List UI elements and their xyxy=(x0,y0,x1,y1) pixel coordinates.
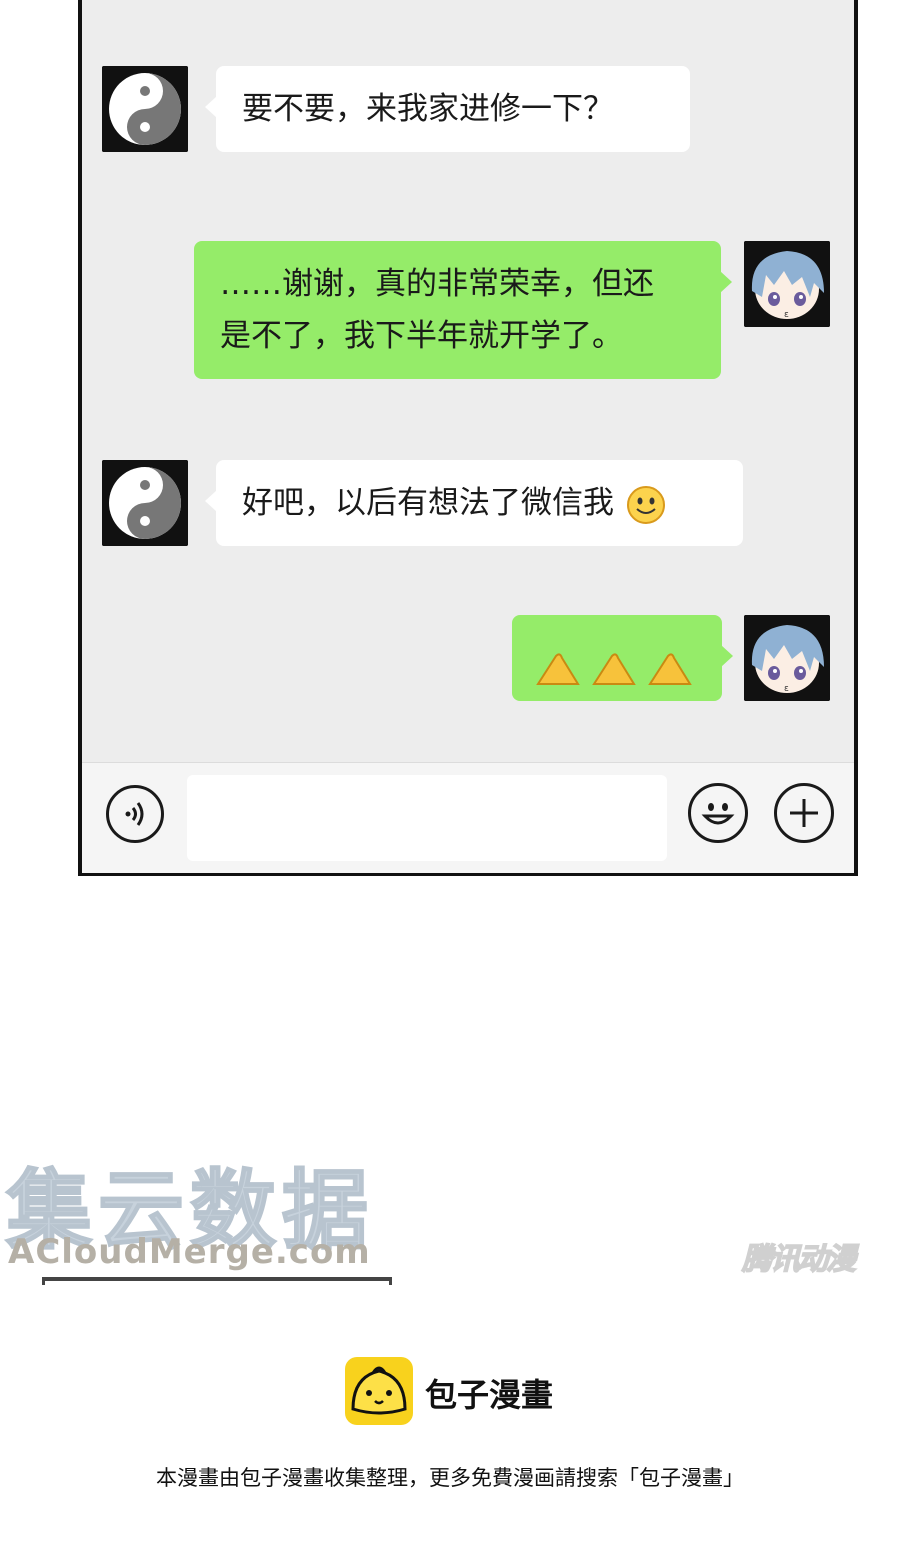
message-bubble[interactable]: ……谢谢，真的非常荣幸，但还 是不了，我下半年就开学了。 xyxy=(194,241,732,379)
message-text: 要不要，来我家进修一下？ xyxy=(242,91,614,127)
tencent-watermark: 腾讯动漫 xyxy=(741,1241,857,1278)
message-bubble[interactable] xyxy=(512,615,733,701)
blue-hair-avatar[interactable]: ε xyxy=(744,615,830,701)
yin-yang-avatar[interactable] xyxy=(102,460,188,546)
plus-icon xyxy=(790,799,818,827)
message-text-line: 是不了，我下半年就开学了。 xyxy=(220,318,623,354)
emoji-icon xyxy=(701,803,735,825)
chat-window: 要不要，来我家进修一下？ ε ……谢谢，真的非常荣幸，但还 是不了，我下半年就开… xyxy=(78,0,858,876)
message-text: 好吧，以后有想法了微信我 xyxy=(242,485,614,521)
chat-input-bar xyxy=(82,762,854,873)
message-text-line: ……谢谢，真的非常荣幸，但还 xyxy=(220,266,654,302)
message-input[interactable] xyxy=(187,775,667,861)
message-bubble[interactable]: 好吧，以后有想法了微信我 xyxy=(205,460,743,546)
plus-button[interactable] xyxy=(774,783,834,843)
baozi-logo-icon xyxy=(345,1357,413,1425)
svg-text:ε: ε xyxy=(784,684,789,694)
voice-button[interactable] xyxy=(106,785,164,843)
yin-yang-avatar[interactable] xyxy=(102,66,188,152)
blue-hair-avatar[interactable]: ε xyxy=(744,241,830,327)
watermark-en: ACloudMerge.com xyxy=(8,1232,371,1272)
message-bubble[interactable]: 要不要，来我家进修一下？ xyxy=(205,66,690,152)
emoji-button[interactable] xyxy=(688,783,748,843)
brand-name: 包子漫畫 xyxy=(425,1376,554,1414)
watermark-underline xyxy=(42,1277,392,1285)
bow-hands-emoji-icon xyxy=(592,652,636,685)
svg-text:ε: ε xyxy=(784,310,789,320)
bow-hands-emoji-icon xyxy=(648,652,692,685)
footer-notice: 本漫畫由包子漫畫收集整理，更多免費漫画請搜索「包子漫畫」 xyxy=(156,1466,744,1490)
bow-hands-emoji-icon xyxy=(536,652,580,685)
smile-emoji-icon xyxy=(626,485,665,524)
voice-icon xyxy=(125,802,144,826)
